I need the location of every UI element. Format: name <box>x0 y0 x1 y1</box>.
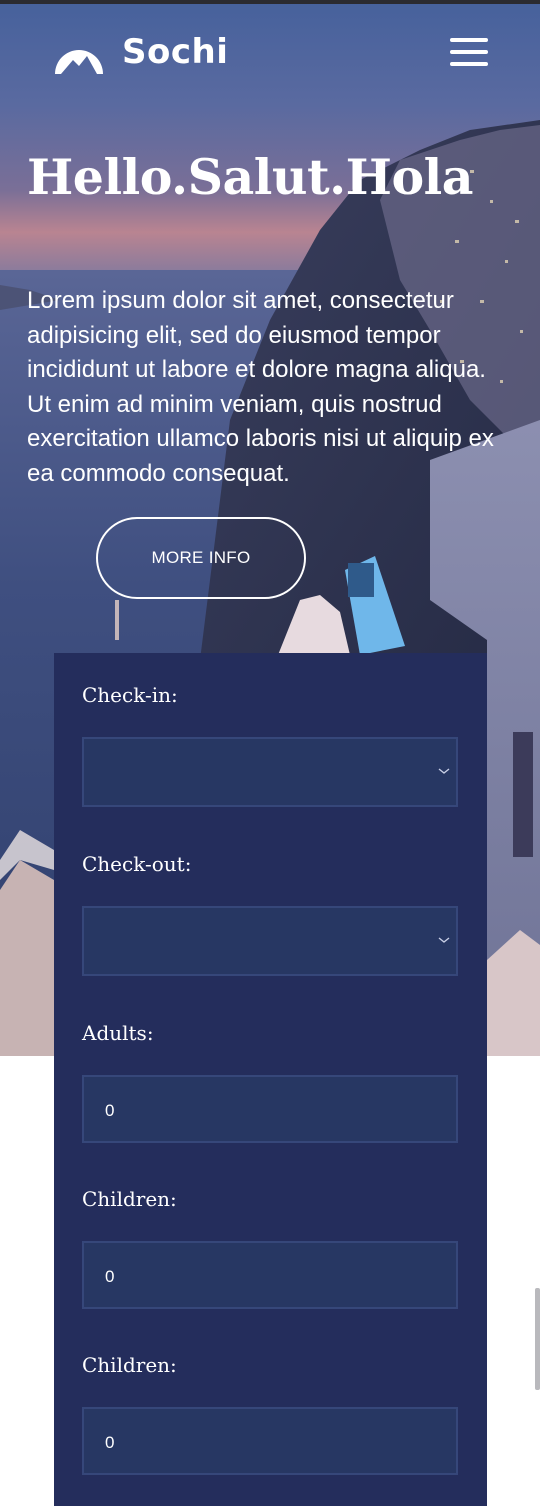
top-edge-bar <box>0 0 540 4</box>
hero-description: Lorem ipsum dolor sit amet, consectetur … <box>27 287 494 487</box>
brand-logo[interactable]: Sochi <box>53 30 228 74</box>
children-input[interactable]: 0 <box>82 1241 458 1309</box>
hamburger-menu-icon[interactable] <box>450 38 488 70</box>
page-scrollbar[interactable] <box>535 1288 540 1390</box>
adults-label: Adults: <box>82 1021 154 1045</box>
adults-value: 0 <box>105 1101 115 1120</box>
chevron-down-icon <box>438 937 450 943</box>
more-info-button[interactable]: MORE INFO <box>96 517 306 599</box>
children-label: Children: <box>82 1187 177 1211</box>
children-input-2[interactable]: 0 <box>82 1407 458 1475</box>
checkin-label: Check-in: <box>82 683 178 707</box>
mountain-logo-icon <box>55 50 103 74</box>
children-label-2: Children: <box>82 1353 177 1377</box>
children-value: 0 <box>105 1267 115 1286</box>
adults-input[interactable]: 0 <box>82 1075 458 1143</box>
checkin-select[interactable] <box>82 737 458 807</box>
booking-form: Check-in: Check-out: Adults: 0 Children:… <box>54 653 487 1506</box>
hero-title: Hello.Salut.Hola <box>27 148 474 206</box>
checkout-select[interactable] <box>82 906 458 976</box>
brand-name: Sochi <box>122 32 229 72</box>
children-value-2: 0 <box>105 1433 115 1452</box>
checkout-label: Check-out: <box>82 852 192 876</box>
chevron-down-icon <box>438 768 450 774</box>
